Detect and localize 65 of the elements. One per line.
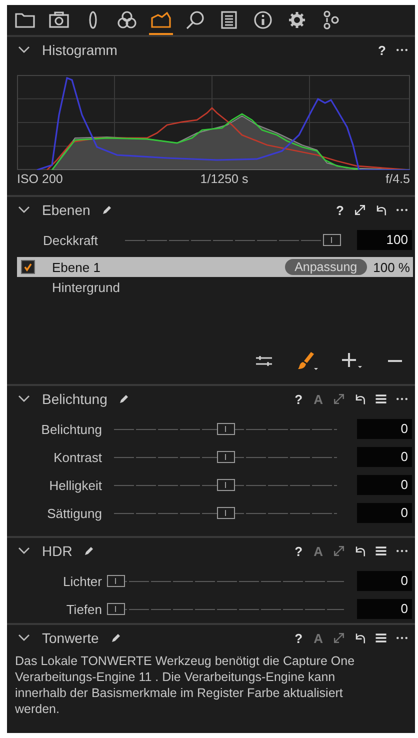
slider-thumb[interactable] <box>107 603 125 615</box>
slider-label: Kontrast <box>52 450 102 464</box>
value-field[interactable]: 0 <box>357 475 412 495</box>
reset-icon[interactable] <box>374 203 388 217</box>
value-field[interactable]: 100 <box>357 230 412 250</box>
gear-icon[interactable] <box>286 10 308 30</box>
expand-icon[interactable] <box>353 203 367 217</box>
slider-label: Lichter <box>62 574 102 588</box>
list-icon[interactable] <box>218 10 240 30</box>
info-message: Das Lokale TONWERTE Werkzeug benötigt die Capture One Verarbeitungs-Engine 11 . Die Verarbeitungs-Engine kann innerhalb der Basismerkmale im Register Farbe aktualisiert werden. <box>15 653 356 717</box>
checkbox[interactable] <box>21 260 35 274</box>
reset-icon[interactable] <box>353 631 367 645</box>
section-title[interactable]: Histogramm <box>42 42 118 58</box>
folder-icon[interactable] <box>14 10 36 30</box>
section-title[interactable]: HDR <box>42 543 72 559</box>
slider-thumb[interactable] <box>216 479 234 491</box>
value-field[interactable]: 0 <box>357 503 412 523</box>
slider-label: Helligkeit <box>48 478 102 492</box>
layer-type-badge: Anpassung <box>284 259 368 275</box>
section-title[interactable]: Tonwerte <box>42 630 99 646</box>
slider-thumb[interactable] <box>216 451 234 463</box>
reset-icon[interactable] <box>353 544 367 558</box>
slider-label: Tiefen <box>65 602 102 616</box>
search-icon[interactable] <box>184 10 206 30</box>
value-field[interactable]: 0 <box>357 447 412 467</box>
help-button[interactable]: ? <box>376 42 388 58</box>
exif-iso: ISO 200 <box>17 172 63 186</box>
chevron-icon[interactable] <box>18 634 30 642</box>
chevron-icon[interactable] <box>18 547 30 555</box>
chevron-icon[interactable] <box>18 46 30 54</box>
menu-icon[interactable] <box>374 392 388 406</box>
value-field[interactable]: 0 <box>357 599 412 619</box>
slider-thumb[interactable] <box>323 234 341 246</box>
layer-name: Ebene 1 <box>52 260 100 274</box>
chevron-icon[interactable] <box>18 395 30 403</box>
slider-label: Deckkraft <box>43 232 99 248</box>
slider-thumb[interactable] <box>216 507 234 519</box>
layer-row[interactable]: Ebene 1 Anpassung 100 % <box>17 257 413 277</box>
menu-icon[interactable] <box>374 631 388 645</box>
slider-thumb[interactable] <box>107 575 125 587</box>
exif-shutter: 1/1250 s <box>200 172 248 186</box>
help-button[interactable]: ? <box>334 202 346 218</box>
slider-thumb[interactable] <box>216 423 234 435</box>
help-button[interactable]: ? <box>292 544 305 558</box>
slider-label: Belichtung <box>40 422 102 436</box>
reset-icon[interactable] <box>353 392 367 406</box>
section-title[interactable]: Ebenen <box>42 202 90 218</box>
circles-icon[interactable] <box>116 10 138 30</box>
menu-icon[interactable] <box>374 544 388 558</box>
help-button[interactable]: ? <box>292 630 305 646</box>
sliders-icon[interactable] <box>255 354 273 368</box>
layer-name: Hintergrund <box>52 280 120 294</box>
slider-label: Sättigung <box>46 506 102 520</box>
section-title[interactable]: Belichtung <box>42 391 108 407</box>
brush-icon[interactable] <box>295 350 319 372</box>
info-icon[interactable] <box>252 10 274 30</box>
exif-aperture: f/4.5 <box>386 172 410 186</box>
value-field[interactable]: 0 <box>357 571 412 591</box>
layer-row[interactable]: Hintergrund <box>17 277 413 297</box>
layer-opacity: 100 % <box>373 260 410 274</box>
help-button[interactable]: ? <box>292 392 305 406</box>
value-field[interactable]: 0 <box>357 419 412 439</box>
chevron-icon[interactable] <box>18 206 30 214</box>
exposure-icon[interactable] <box>150 10 172 30</box>
camera-icon[interactable] <box>48 10 70 30</box>
